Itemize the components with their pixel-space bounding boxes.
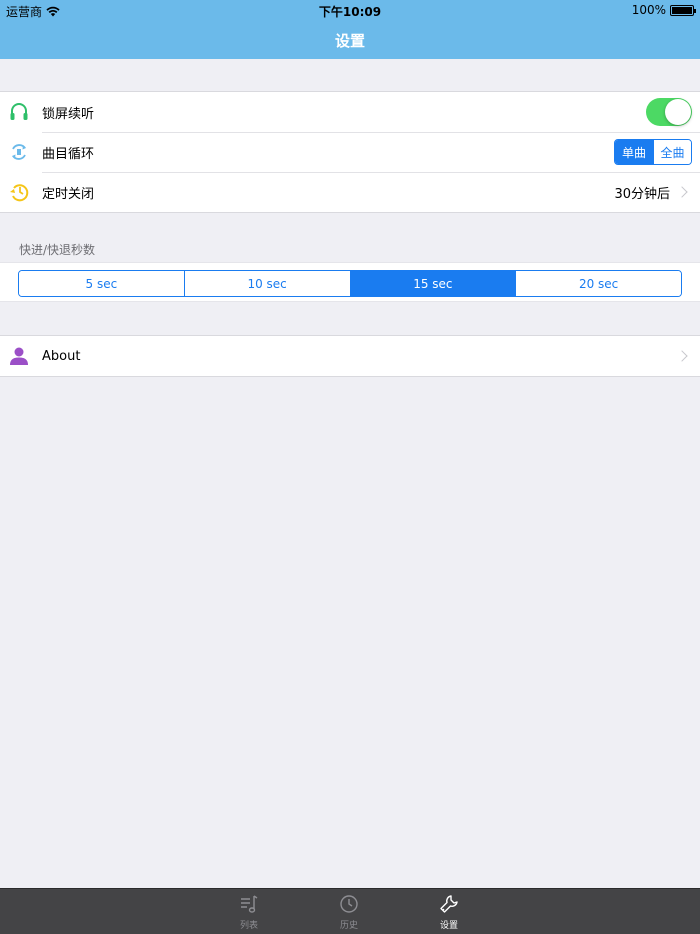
seek-segmented-control: 5 sec 10 sec 15 sec 20 sec — [18, 270, 682, 297]
tab-settings[interactable]: 设置 — [419, 893, 479, 931]
loop-label: 曲目循环 — [42, 146, 95, 162]
settings-group-playback: 锁屏续听 曲目循环 单曲 全曲 定时关闭 30分钟后 — [0, 91, 700, 213]
timer-label: 定时关闭 — [42, 186, 95, 202]
headphones-icon — [8, 101, 30, 123]
row-loop: 曲目循环 单曲 全曲 — [0, 132, 700, 172]
clock-icon — [340, 895, 358, 913]
status-bar: 运营商 下午10:09 100% — [0, 0, 700, 20]
loop-option-all[interactable]: 全曲 — [653, 140, 691, 164]
seek-section: 5 sec 10 sec 15 sec 20 sec — [0, 262, 700, 302]
row-lock-screen: 锁屏续听 — [0, 92, 700, 132]
toggle-knob — [665, 99, 691, 125]
settings-group-about: About — [0, 335, 700, 377]
battery-status: 100% — [631, 3, 696, 17]
tab-history[interactable]: 历史 — [319, 893, 379, 931]
tab-list[interactable]: 列表 — [219, 893, 279, 931]
timer-icon — [8, 181, 30, 203]
lock-screen-label: 锁屏续听 — [42, 106, 95, 122]
user-icon — [8, 345, 30, 367]
wrench-icon — [440, 895, 458, 913]
row-about[interactable]: About — [0, 336, 700, 376]
tab-history-label: 历史 — [339, 921, 358, 931]
page-title: 设置 — [334, 32, 365, 50]
lock-screen-toggle[interactable] — [646, 98, 692, 126]
about-label: About — [42, 348, 81, 364]
seek-option-20[interactable]: 20 sec — [515, 271, 681, 296]
loop-segmented-control: 单曲 全曲 — [614, 139, 692, 165]
seek-section-header: 快进/快退秒数 — [19, 243, 96, 257]
row-timer[interactable]: 定时关闭 30分钟后 — [0, 172, 700, 212]
chevron-right-icon — [676, 350, 688, 362]
seek-option-15[interactable]: 15 sec — [349, 271, 516, 296]
navigation-bar: 运营商 下午10:09 100% 设置 — [0, 0, 700, 59]
tab-bar: 列表 历史 设置 — [0, 888, 700, 934]
seek-option-10[interactable]: 10 sec — [183, 271, 350, 296]
timer-value: 30分钟后 — [614, 186, 670, 202]
tab-list-label: 列表 — [239, 921, 258, 931]
battery-icon — [670, 4, 696, 16]
loop-option-single[interactable]: 单曲 — [615, 140, 653, 164]
seek-option-5[interactable]: 5 sec — [19, 271, 184, 296]
music-list-icon — [241, 895, 258, 913]
repeat-icon — [8, 141, 30, 163]
status-time: 下午10:09 — [318, 5, 382, 19]
tab-settings-label: 设置 — [439, 921, 458, 931]
battery-percent: 100% — [631, 3, 666, 17]
chevron-right-icon — [676, 186, 688, 198]
